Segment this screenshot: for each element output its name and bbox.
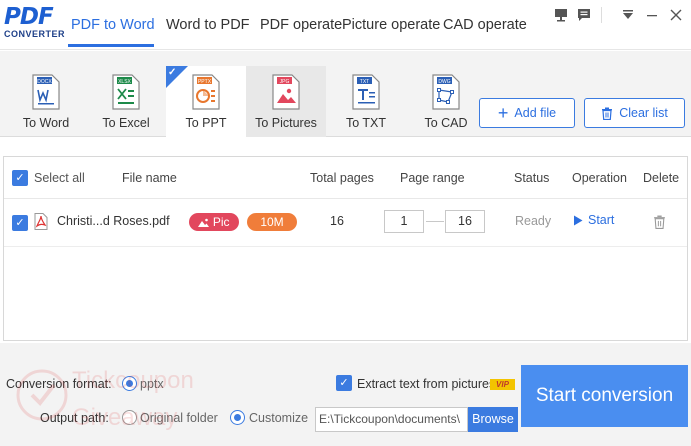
tab-word-to-pdf[interactable]: Word to PDF — [166, 17, 250, 33]
header-delete: Delete — [643, 171, 680, 185]
watermark-line1: Tickcoupon — [72, 367, 194, 394]
dropdown-menu-icon[interactable] — [617, 4, 639, 26]
logo-main-text: PDF — [4, 4, 54, 30]
customize-radio[interactable] — [230, 410, 245, 425]
tab-picture-operate[interactable]: Picture operate — [342, 17, 440, 33]
cad-file-icon: DWG — [432, 74, 460, 110]
header-operation: Operation — [572, 171, 627, 185]
range-dash — [426, 221, 444, 222]
browse-button[interactable]: Browse — [468, 407, 518, 432]
app-logo: PDF CONVERTER — [4, 4, 66, 43]
watermark-line2: Giveaway — [72, 404, 177, 431]
tab-cad-operate[interactable]: CAD operate — [443, 17, 527, 33]
format-label: To CAD — [424, 116, 468, 130]
pic-tag[interactable]: Pic — [189, 213, 239, 231]
format-label: To Excel — [102, 116, 150, 130]
header-file-name: File name — [122, 171, 177, 185]
total-pages-value: 16 — [330, 214, 344, 228]
format-to-excel[interactable]: XLSX To Excel — [86, 66, 166, 137]
svg-text:JPG: JPG — [280, 79, 290, 85]
title-divider — [601, 7, 602, 23]
word-file-icon: DOCX — [32, 74, 60, 110]
svg-text:DWG: DWG — [438, 79, 450, 85]
svg-text:PPTX: PPTX — [198, 79, 212, 85]
excel-file-icon: XLSX — [112, 74, 140, 110]
tab-pdf-operate[interactable]: PDF operate — [260, 17, 342, 33]
logo-sub-text: CONVERTER — [4, 29, 66, 39]
clear-list-button[interactable]: Clear list — [584, 98, 685, 128]
range-from-input[interactable]: 1 — [384, 210, 424, 233]
file-list: ✓ Select all File name Total pages Page … — [3, 156, 688, 341]
trash-icon — [602, 107, 613, 120]
txt-file-icon: TXT — [352, 74, 380, 110]
svg-text:DOCX: DOCX — [37, 79, 52, 85]
pic-tag-label: Pic — [212, 215, 230, 229]
pdf-file-icon — [34, 213, 48, 230]
format-toolbar: DOCX To Word XLSX To Excel ✓ PPTX To PPT… — [0, 51, 691, 137]
active-tab-indicator — [68, 44, 154, 47]
table-row: ✓ Christi...d Roses.pdf Pic 10M 16 1 16 … — [4, 200, 687, 245]
start-row-label: Start — [588, 213, 615, 227]
extract-text-label[interactable]: Extract text from pictures — [357, 377, 495, 391]
header-status: Status — [514, 171, 550, 185]
header-page-range: Page range — [400, 171, 465, 185]
file-name: Christi...d Roses.pdf — [57, 214, 170, 228]
format-label: To TXT — [345, 116, 387, 130]
close-icon[interactable] — [665, 4, 687, 26]
header-total-pages: Total pages — [310, 171, 374, 185]
svg-text:XLSX: XLSX — [118, 79, 131, 85]
customize-label[interactable]: Customize — [249, 411, 308, 425]
format-to-word[interactable]: DOCX To Word — [6, 66, 86, 137]
clear-list-label: Clear list — [619, 106, 668, 120]
format-to-txt[interactable]: TXT To TXT — [326, 66, 406, 137]
tab-pdf-to-word[interactable]: PDF to Word — [71, 17, 155, 33]
minimize-icon[interactable] — [641, 4, 663, 26]
title-bar: PDF CONVERTER PDF to Word Word to PDF PD… — [0, 0, 691, 50]
delete-row-icon[interactable] — [653, 215, 666, 229]
monitor-icon[interactable] — [550, 4, 572, 26]
image-icon — [198, 218, 210, 227]
extract-text-checkbox[interactable]: ✓ — [336, 375, 352, 391]
select-all-label[interactable]: Select all — [34, 171, 85, 185]
range-to-input[interactable]: 16 — [445, 210, 485, 233]
size-tag: 10M — [247, 213, 297, 231]
image-file-icon: JPG — [272, 74, 300, 110]
watermark: Tickcoupon Giveaway — [16, 367, 194, 431]
format-to-ppt[interactable]: ✓ PPTX To PPT — [166, 66, 246, 137]
format-label: To PPT — [185, 116, 227, 130]
check-icon: ✓ — [168, 67, 177, 78]
add-file-button[interactable]: + Add file — [479, 98, 575, 128]
file-list-header: ✓ Select all File name Total pages Page … — [4, 157, 687, 199]
svg-text:TXT: TXT — [360, 79, 369, 85]
start-row-button[interactable]: Start — [573, 213, 614, 227]
row-checkbox[interactable]: ✓ — [12, 215, 28, 231]
format-to-cad[interactable]: DWG To CAD — [406, 66, 486, 137]
plus-icon: + — [497, 103, 509, 123]
start-conversion-button[interactable]: Start conversion — [521, 365, 688, 427]
format-label: To Pictures — [255, 116, 317, 130]
play-icon — [574, 215, 583, 225]
format-to-pictures[interactable]: JPG To Pictures — [246, 66, 326, 137]
row-divider — [4, 246, 687, 247]
output-path-input[interactable]: E:\Tickcoupon\documents\ — [315, 407, 468, 432]
vip-badge: VIP — [490, 379, 515, 390]
select-all-checkbox[interactable]: ✓ — [12, 170, 28, 186]
status-value: Ready — [515, 214, 552, 228]
ppt-file-icon: PPTX — [192, 74, 220, 110]
message-icon[interactable] — [573, 4, 595, 26]
add-file-label: Add file — [514, 106, 557, 120]
format-label: To Word — [22, 116, 70, 130]
